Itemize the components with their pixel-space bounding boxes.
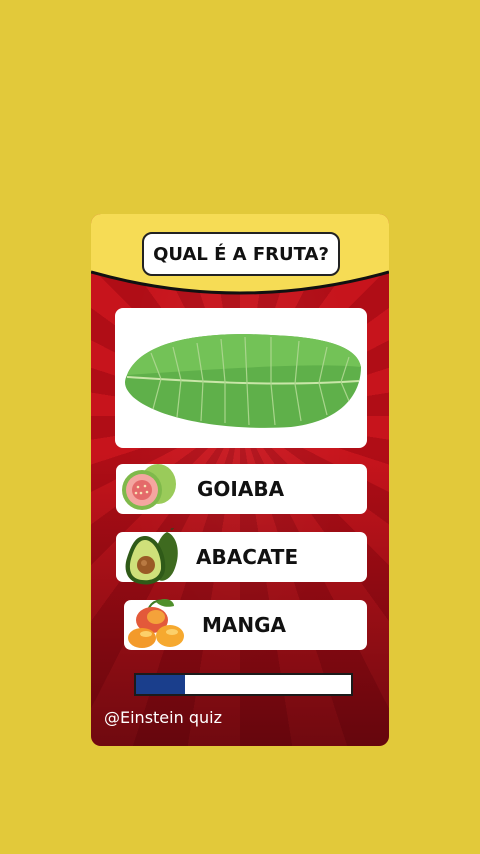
mango-icon xyxy=(128,599,184,648)
guava-icon xyxy=(122,464,176,510)
leaf-image xyxy=(125,334,361,428)
option-abacate[interactable]: ABACATE xyxy=(116,528,367,585)
option-label: MANGA xyxy=(202,613,287,637)
channel-credit: @Einstein quiz xyxy=(104,708,222,727)
question-title: QUAL É A FRUTA? xyxy=(142,232,340,276)
question-image-panel xyxy=(115,308,367,448)
avocado-icon xyxy=(125,528,178,585)
quiz-card: QUAL É A FRUTA? GOIABA ABACATE MANGA @Ei… xyxy=(91,214,389,746)
timer-progress-fill xyxy=(136,675,186,694)
option-label: GOIABA xyxy=(197,477,285,501)
option-goiaba[interactable]: GOIABA xyxy=(116,464,367,514)
option-manga[interactable]: MANGA xyxy=(124,599,367,650)
timer-progress-bar xyxy=(134,673,353,696)
option-label: ABACATE xyxy=(196,545,299,569)
